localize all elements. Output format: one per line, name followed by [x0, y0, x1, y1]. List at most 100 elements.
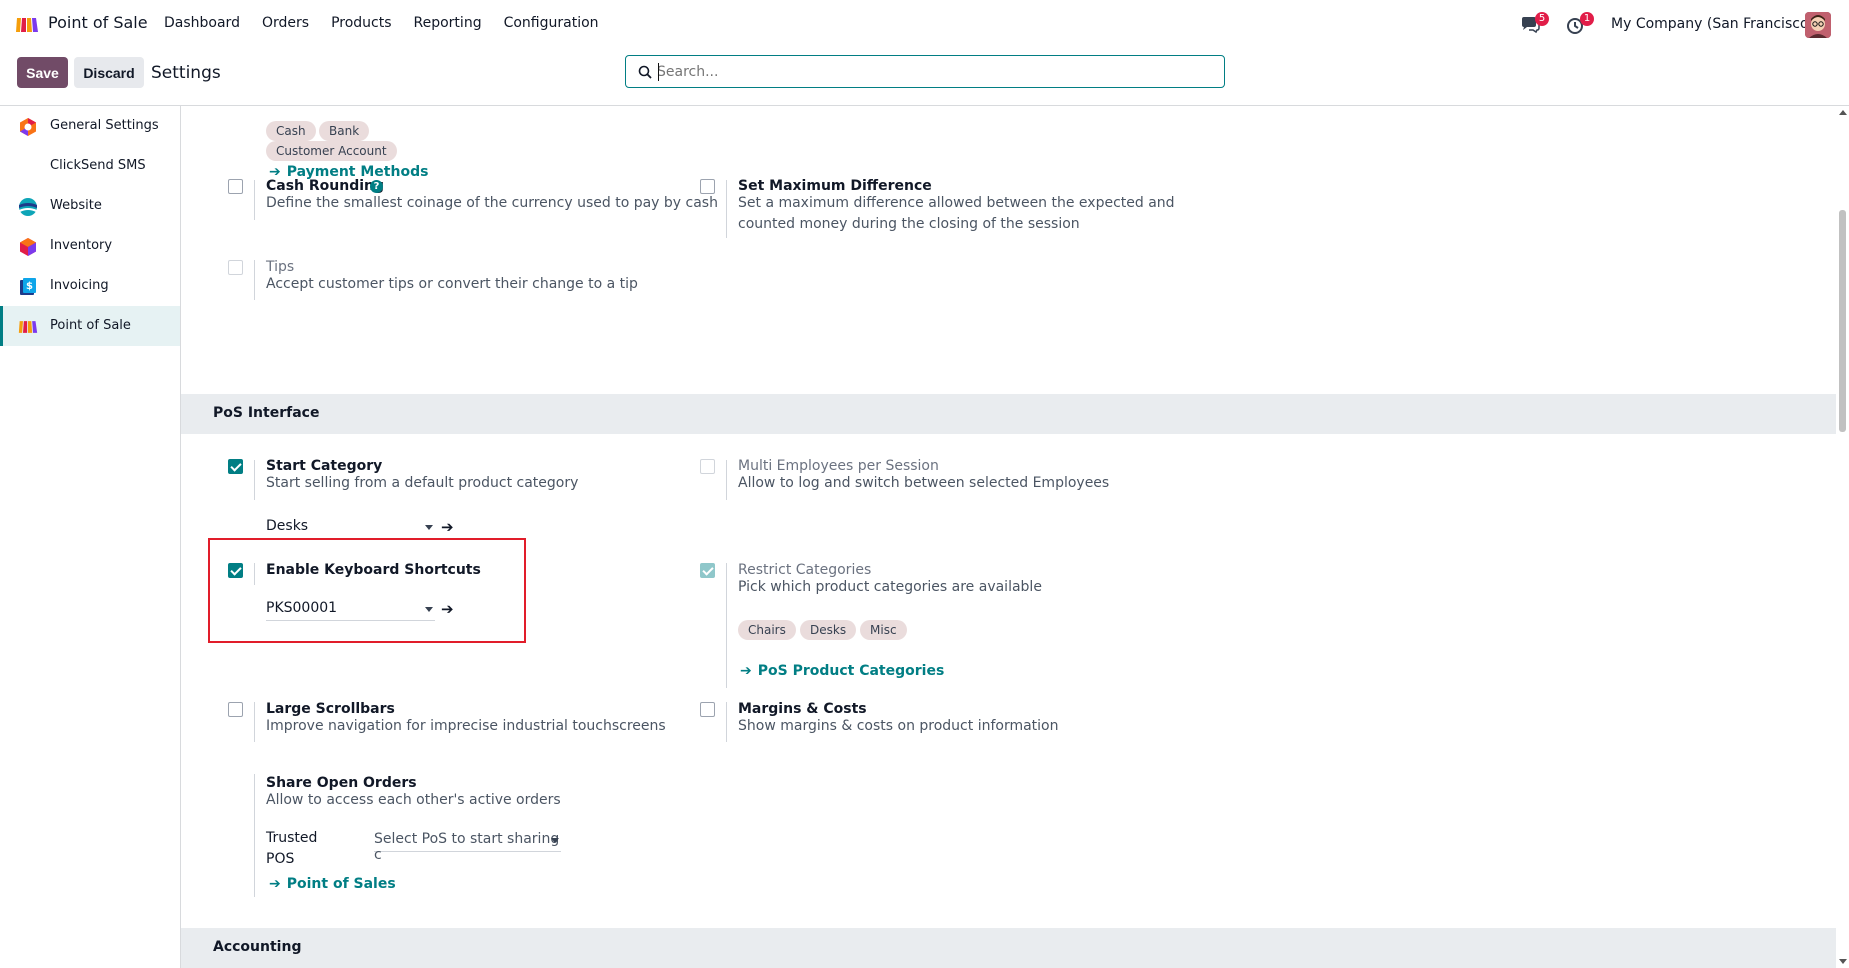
activity-count-badge: 1: [1580, 12, 1594, 26]
restrict-categories-checkbox[interactable]: [700, 563, 715, 578]
app-name[interactable]: Point of Sale: [48, 13, 148, 32]
sidebar-item-label: Inventory: [50, 238, 113, 253]
content-scrollbar[interactable]: [1836, 106, 1849, 968]
sidebar-item-label: Point of Sale: [50, 318, 131, 333]
category-tag: Chairs: [738, 620, 796, 640]
open-record-arrow-icon[interactable]: ➔: [441, 518, 454, 536]
section-title: PoS Interface: [213, 405, 320, 421]
start-category-checkbox[interactable]: [228, 459, 243, 474]
margins-costs-checkbox[interactable]: [700, 702, 715, 717]
payment-method-tag: Customer Account: [266, 141, 397, 161]
max-difference-desc-line1: Set a maximum difference allowed between…: [738, 195, 1175, 211]
large-scrollbars-desc: Improve navigation for imprecise industr…: [266, 718, 666, 734]
control-panel: Save Discard Settings: [0, 48, 1849, 106]
text-cursor: [658, 63, 659, 81]
pos-product-categories-link[interactable]: ➔ PoS Product Categories: [740, 663, 944, 679]
company-switcher[interactable]: My Company (San Francisco): [1611, 16, 1814, 32]
select-placeholder: Select PoS to start sharing c: [374, 831, 560, 863]
trusted-pos-label: Trusted: [266, 830, 318, 846]
scroll-down-arrow-icon[interactable]: [1839, 959, 1847, 964]
start-category-select[interactable]: Desks: [266, 517, 435, 539]
category-tag: Misc: [860, 620, 907, 640]
link-label: PoS Product Categories: [757, 663, 945, 679]
section-title: Accounting: [213, 939, 302, 955]
large-scrollbars-title: Large Scrollbars: [266, 701, 395, 717]
tips-desc: Accept customer tips or convert their ch…: [266, 276, 638, 292]
caret-down-icon: [551, 838, 559, 843]
trusted-pos-select[interactable]: Select PoS to start sharing c: [374, 830, 561, 863]
link-label: Point of Sales: [286, 876, 396, 892]
caret-down-icon: [425, 525, 433, 530]
user-avatar[interactable]: [1805, 12, 1831, 38]
divider: [254, 702, 255, 742]
arrow-right-icon: ➔: [740, 663, 752, 679]
sidebar-item-general-settings[interactable]: General Settings: [0, 106, 180, 146]
menu-products[interactable]: Products: [331, 15, 391, 31]
page-title: Settings: [151, 63, 221, 83]
large-scrollbars-checkbox[interactable]: [228, 702, 243, 717]
tips-checkbox[interactable]: [228, 260, 243, 275]
restrict-categories-desc: Pick which product categories are availa…: [738, 579, 1042, 595]
save-button[interactable]: Save: [17, 57, 68, 88]
search-box[interactable]: [625, 55, 1225, 88]
section-header-pos-interface: PoS Interface: [181, 394, 1836, 434]
divider: [254, 180, 255, 220]
divider: [726, 180, 727, 238]
scroll-thumb[interactable]: [1839, 210, 1846, 432]
section-header-accounting: Accounting: [181, 928, 1836, 968]
restrict-categories-title: Restrict Categories: [738, 562, 872, 578]
divider: [254, 260, 255, 300]
sidebar-item-label: General Settings: [50, 118, 159, 133]
sidebar-item-invoicing[interactable]: $ Invoicing: [0, 266, 180, 306]
cash-rounding-checkbox[interactable]: [228, 179, 243, 194]
main-menu: Dashboard Orders Products Reporting Conf…: [164, 15, 621, 31]
cash-rounding-title: Cash Rounding: [266, 178, 385, 194]
trusted-pos-label-2: POS: [266, 851, 295, 867]
odoo-settings-icon: [20, 118, 36, 136]
point-of-sale-app-icon[interactable]: [15, 16, 39, 34]
sidebar-item-label: Website: [50, 198, 102, 213]
divider: [254, 774, 255, 897]
menu-configuration[interactable]: Configuration: [504, 15, 599, 31]
max-difference-checkbox[interactable]: [700, 179, 715, 194]
divider: [726, 702, 727, 742]
margins-costs-desc: Show margins & costs on product informat…: [738, 718, 1059, 734]
search-input[interactable]: [657, 62, 1207, 82]
menu-orders[interactable]: Orders: [262, 15, 309, 31]
top-navbar: Point of Sale Dashboard Orders Products …: [0, 0, 1849, 48]
sidebar-item-clicksend-sms[interactable]: ClickSend SMS: [0, 146, 180, 186]
multi-employees-checkbox[interactable]: [700, 459, 715, 474]
inventory-icon: [20, 238, 36, 256]
settings-sidebar: General Settings ClickSend SMS Website I…: [0, 106, 181, 968]
search-icon: [638, 65, 652, 79]
cash-rounding-desc: Define the smallest coinage of the curre…: [266, 195, 718, 211]
multi-employees-desc: Allow to log and switch between selected…: [738, 475, 1110, 491]
margins-costs-title: Margins & Costs: [738, 701, 867, 717]
multi-employees-title: Multi Employees per Session: [738, 458, 939, 474]
payment-method-tag: Bank: [319, 121, 370, 141]
payment-method-tag: Cash: [266, 121, 316, 141]
point-of-sale-icon: [18, 321, 38, 333]
select-value: Desks: [266, 518, 309, 534]
invoicing-icon: $: [20, 278, 36, 295]
sidebar-item-website[interactable]: Website: [0, 186, 180, 226]
point-of-sales-link[interactable]: ➔ Point of Sales: [269, 876, 396, 892]
share-orders-title: Share Open Orders: [266, 775, 417, 791]
sidebar-item-inventory[interactable]: Inventory: [0, 226, 180, 266]
settings-content: Cash Bank Customer Account ➔ Payment Meth…: [181, 106, 1836, 968]
max-difference-title: Set Maximum Difference: [738, 178, 932, 194]
divider: [726, 460, 727, 500]
scroll-up-arrow-icon[interactable]: [1839, 110, 1847, 115]
sidebar-item-point-of-sale[interactable]: Point of Sale: [0, 306, 180, 346]
sidebar-item-label: Invoicing: [50, 278, 109, 293]
help-icon[interactable]: ?: [370, 180, 383, 193]
share-orders-desc: Allow to access each other's active orde…: [266, 792, 561, 808]
start-category-desc: Start selling from a default product cat…: [266, 475, 579, 491]
chat-count-badge: 5: [1535, 12, 1549, 26]
discard-button[interactable]: Discard: [74, 57, 144, 88]
start-category-title: Start Category: [266, 458, 383, 474]
arrow-right-icon: ➔: [269, 876, 281, 892]
menu-dashboard[interactable]: Dashboard: [164, 15, 240, 31]
menu-reporting[interactable]: Reporting: [414, 15, 482, 31]
divider: [254, 460, 255, 500]
